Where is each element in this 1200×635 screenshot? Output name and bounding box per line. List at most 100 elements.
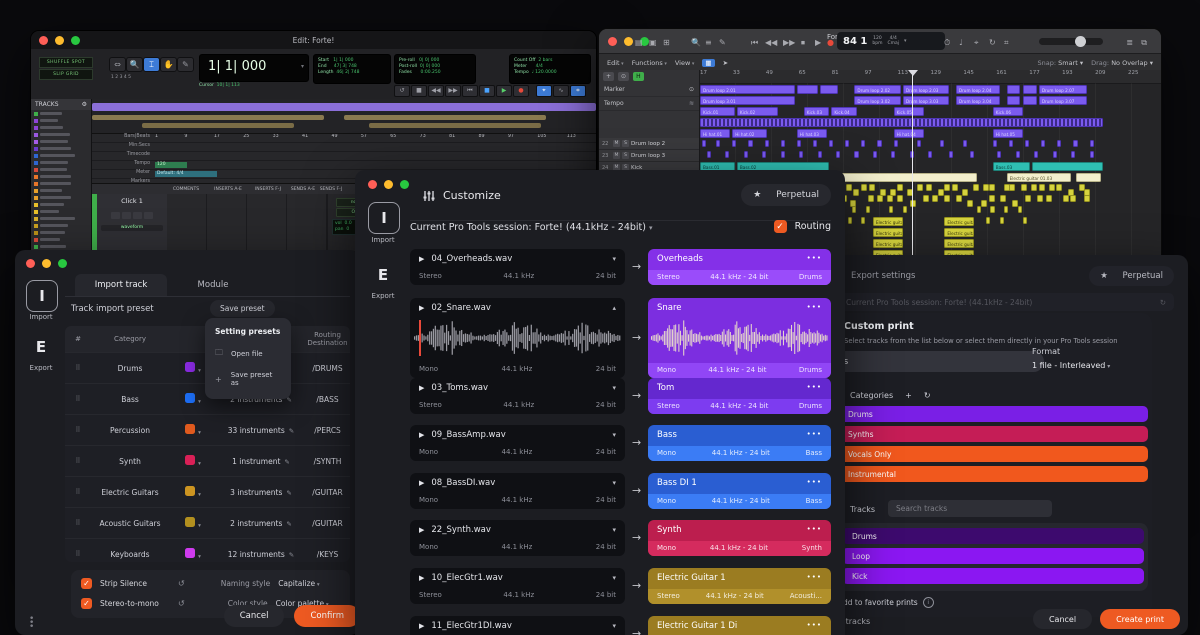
refresh-categories-icon[interactable]: ↻ (924, 391, 931, 400)
more-options-icon[interactable]: ••• (807, 383, 822, 393)
logic-region-dot[interactable] (949, 151, 953, 158)
logic-region-dot[interactable] (1025, 195, 1031, 202)
logic-region-dot[interactable] (894, 140, 898, 147)
logic-region-dot[interactable] (903, 206, 907, 213)
history-icon[interactable]: ↺ (178, 599, 185, 608)
drag-select[interactable]: Drag: No Overlap ▾ (1091, 59, 1153, 67)
list-editors-icon[interactable]: ≣ (1126, 38, 1133, 48)
logic-region[interactable] (1032, 162, 1103, 171)
overview-region-tan[interactable] (92, 115, 324, 120)
category-bar[interactable]: Vocals Only (838, 446, 1148, 462)
play-icon[interactable]: ▶ (419, 574, 424, 582)
sidebar-import-button[interactable]: I (26, 280, 58, 312)
import-table-row[interactable]: ⠿Electric Guitars▾3 instruments✎/GUITAR (65, 476, 350, 507)
edit-icon[interactable]: ✎ (286, 520, 291, 528)
track-mini-row[interactable] (31, 131, 91, 138)
more-options-icon[interactable]: ••• (807, 254, 822, 264)
metronome-icon[interactable]: ⏱ (944, 38, 950, 48)
file-card[interactable]: ▶04_Overheads.wav▾Stereo44.1 kHz24 bit (410, 249, 625, 285)
logic-region[interactable]: Hi hat.02 (732, 129, 767, 138)
logic-region-dot[interactable] (993, 140, 997, 147)
main-counter[interactable]: 1| 1| 000 ▾ (199, 54, 309, 82)
category-bar[interactable]: Drums (838, 406, 1148, 422)
file-card[interactable]: ▶11_ElecGtr1DI.wav▾Stereo44.1 kHz24 bit (410, 616, 625, 635)
logic-region-dot[interactable] (952, 184, 958, 191)
logic-region-dot[interactable] (1053, 151, 1057, 158)
logic-region-dot[interactable] (891, 151, 895, 158)
logic-region-dot[interactable] (1073, 140, 1077, 147)
grid-view-icon[interactable]: ▦ (702, 59, 714, 67)
logic-region-dot[interactable] (897, 195, 903, 202)
play-icon[interactable]: ▶ (419, 622, 424, 630)
add-category-icon[interactable]: + (905, 391, 912, 400)
track-header-tools[interactable]: +⊙H (599, 70, 699, 83)
menu-view[interactable]: View (675, 59, 695, 67)
traffic-lights[interactable] (26, 259, 67, 268)
logic-region[interactable]: Drum loop 2.02 (854, 85, 900, 94)
logic-region-dot[interactable] (989, 184, 995, 191)
ruler-row[interactable]: Min:Secs (92, 143, 596, 152)
logic-region[interactable]: Drum loop 3.04 (956, 96, 1000, 105)
logic-region-dot[interactable] (1031, 184, 1037, 191)
track-mini-row[interactable] (31, 166, 91, 173)
logic-region-dot[interactable] (873, 151, 877, 158)
ruler-row[interactable]: Tempo120 (92, 161, 596, 170)
more-options-icon[interactable]: ••• (807, 303, 822, 313)
logic-region-dot[interactable] (917, 140, 921, 147)
logic-region-dot[interactable] (1023, 217, 1027, 224)
history-icon[interactable]: ↺ (178, 579, 185, 588)
logic-region-dot[interactable] (1037, 195, 1043, 202)
track-chip[interactable]: Electric Guitar 1•••Stereo44.1 kHz - 24 … (648, 568, 831, 604)
track-bar[interactable]: Drums (842, 528, 1144, 544)
logic-region-dot[interactable] (989, 195, 995, 202)
overview-region-tan[interactable] (142, 123, 293, 128)
logic-region-dot[interactable] (928, 151, 932, 158)
library-icon[interactable]: ▤ (635, 38, 643, 48)
logic-region[interactable]: Electric guitar 09 (944, 217, 974, 226)
logic-region-dot[interactable] (845, 140, 849, 147)
logic-region-dot[interactable] (877, 140, 881, 147)
logic-region[interactable]: Electric guitar 01.03 (1007, 173, 1072, 182)
logic-region-dot[interactable] (967, 200, 973, 207)
track-mini-row[interactable] (31, 243, 91, 250)
menu-item-open-file[interactable]: 🗀Open file (205, 342, 291, 366)
logic-region-dot[interactable] (940, 140, 944, 147)
logic-region-dot[interactable] (1034, 151, 1038, 158)
logic-region-dot[interactable] (748, 140, 752, 147)
logic-region-dot[interactable] (1070, 195, 1076, 202)
drag-handle-icon[interactable]: ⠿ (65, 364, 91, 372)
logic-region-dot[interactable] (1063, 195, 1069, 202)
logic-region-dot[interactable] (707, 151, 711, 158)
sidebar-import-button[interactable]: I (368, 202, 400, 234)
more-options-icon[interactable]: ••• (807, 621, 822, 631)
overview-region-tan[interactable] (344, 115, 546, 120)
logic-region-dot[interactable] (732, 140, 736, 147)
tempo-row[interactable]: Tempo≋ (599, 97, 699, 111)
color-swatch[interactable] (185, 517, 195, 527)
track-mini-row[interactable] (31, 152, 91, 159)
selector-tool-icon[interactable]: ⌶ (143, 57, 160, 72)
cancel-button[interactable]: Cancel (224, 605, 285, 627)
stop-icon[interactable]: ⏹ (801, 38, 805, 48)
expand-icon[interactable]: ▾ (612, 622, 616, 630)
logic-region[interactable]: Drum loop 3.01 (700, 96, 795, 105)
logic-region[interactable]: Drum loop 3.07 (1039, 96, 1087, 105)
logic-region[interactable]: Drum loop 2.07 (1039, 85, 1087, 94)
ruler-row[interactable]: Bars|Beats191725334149576573818997105113 (92, 134, 596, 143)
drag-handle-icon[interactable]: ⠿ (65, 426, 91, 434)
file-card[interactable]: ▶03_Toms.wav▾Stereo44.1 kHz24 bit (410, 378, 625, 414)
logic-region-dot[interactable] (765, 140, 769, 147)
file-card[interactable]: ▶08_BassDI.wav▾Mono44.1 kHz24 bit (410, 473, 625, 509)
logic-region-dot[interactable] (1056, 184, 1062, 191)
menu-functions[interactable]: Functions (632, 59, 667, 67)
info-icon[interactable]: i (923, 597, 934, 608)
logic-region-dot[interactable] (990, 206, 994, 213)
import-table-row[interactable]: ⠿Acoustic Guitars▾2 instruments✎/GUITAR (65, 507, 350, 538)
track-mini-row[interactable] (31, 222, 91, 229)
tab-module[interactable]: Module (167, 274, 259, 296)
logic-region-dot[interactable] (861, 217, 865, 224)
expand-icon[interactable]: ▾ (612, 431, 616, 439)
logic-region-dot[interactable] (799, 151, 803, 158)
track-chip[interactable]: Synth•••Mono44.1 kHz - 24 bitSynth (648, 520, 831, 556)
logic-region-dot[interactable] (897, 184, 903, 191)
